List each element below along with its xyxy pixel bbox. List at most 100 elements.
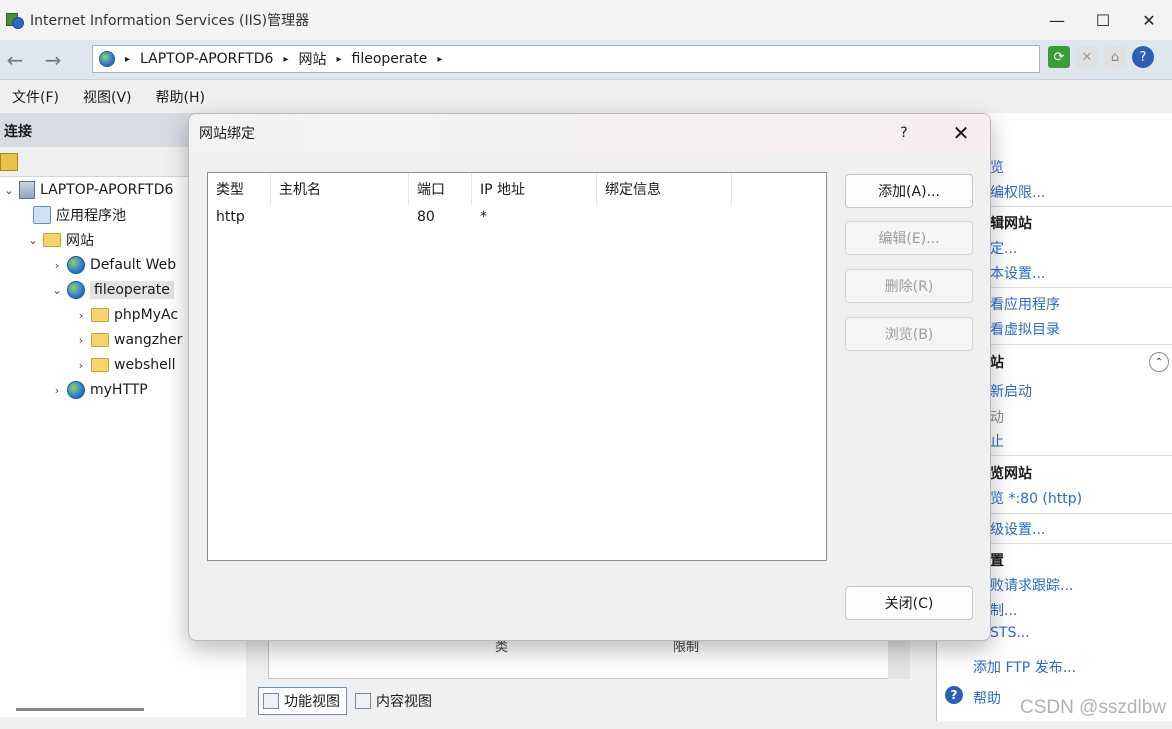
dialog-close-icon[interactable]: ✕ — [946, 119, 976, 147]
chevron-down-icon[interactable]: ⌄ — [50, 284, 64, 297]
menu-view[interactable]: 视图(V) — [83, 87, 132, 107]
chevron-right-icon[interactable]: › — [74, 334, 88, 347]
dialog-title: 网站绑定 — [199, 126, 255, 142]
menu-help[interactable]: 帮助(H) — [156, 87, 205, 107]
tab-features-view[interactable]: 功能视图 — [258, 687, 347, 715]
action-stop[interactable]: 止 — [990, 431, 1004, 451]
section-edit-site: 辑网站 — [990, 216, 1032, 232]
column-ip-address[interactable]: IP 地址 — [472, 173, 597, 205]
tree-item-label: 网站 — [66, 233, 94, 249]
content-view-icon — [355, 693, 371, 709]
breadcrumb-separator[interactable]: ▸ — [125, 54, 130, 65]
edit-binding-button[interactable]: 编辑(E)... — [845, 221, 973, 255]
chevron-right-icon[interactable]: › — [74, 309, 88, 322]
address-bar[interactable]: ▸ LAPTOP-APORFTD6 ▸ 网站 ▸ fileoperate ▸ — [92, 45, 1040, 73]
tree-item-myhttp[interactable]: › myHTTP — [50, 378, 148, 402]
section-manage-site: 站 — [990, 355, 1004, 371]
title-bar: Internet Information Services (IIS)管理器 —… — [0, 0, 1172, 40]
site-bindings-dialog: 网站绑定 ? ✕ 类型 主机名 端口 IP 地址 绑定信息 http 80 * … — [188, 113, 991, 641]
close-dialog-button[interactable]: 关闭(C) — [845, 586, 973, 620]
action-limits[interactable]: 制... — [990, 600, 1017, 620]
tree-item-app-pools[interactable]: 应用程序池 — [30, 203, 126, 227]
window-title: Internet Information Services (IIS)管理器 — [30, 13, 310, 29]
globe-icon — [67, 281, 85, 299]
horizontal-scrollbar[interactable] — [16, 708, 144, 711]
tree-item-default-web[interactable]: › Default Web — [50, 253, 176, 277]
tab-label: 功能视图 — [284, 694, 340, 710]
breadcrumb-separator[interactable]: ▸ — [283, 54, 288, 65]
tree-item-label: myHTTP — [90, 382, 148, 398]
tree-item-webshell[interactable]: › webshell — [74, 353, 176, 377]
collapse-icon[interactable]: ⌃ — [1149, 352, 1169, 372]
tree-item-label: webshell — [114, 357, 176, 373]
chevron-right-icon[interactable]: › — [50, 384, 64, 397]
back-button[interactable]: ← — [2, 48, 28, 72]
cell-port: 80 — [417, 209, 435, 225]
server-icon — [19, 181, 35, 199]
action-edit-permissions[interactable]: 编权限... — [990, 182, 1045, 202]
action-view-virtual-directories[interactable]: 看虚拟目录 — [990, 319, 1060, 339]
column-host-name[interactable]: 主机名 — [271, 173, 409, 205]
refresh-icon[interactable]: ⟳ — [1048, 46, 1070, 68]
action-hsts[interactable]: STS... — [990, 625, 1030, 641]
breadcrumb-sites[interactable]: 网站 — [298, 49, 326, 69]
section-configure: 置 — [990, 553, 1004, 569]
toolbar-icons: ⟳ ✕ ⌂ ? — [1048, 46, 1154, 68]
tree-item-phpmyadmin[interactable]: › phpMyAc — [74, 303, 178, 327]
stop-icon[interactable]: ✕ — [1076, 46, 1098, 68]
vertical-scrollbar[interactable] — [888, 639, 910, 679]
maximize-button[interactable]: ☐ — [1080, 0, 1126, 40]
action-restart[interactable]: 新启动 — [990, 381, 1032, 401]
breadcrumb-site[interactable]: fileoperate — [352, 51, 428, 67]
column-type[interactable]: 类型 — [208, 173, 271, 205]
help-icon[interactable]: ? — [1132, 46, 1154, 68]
action-advanced-settings[interactable]: 级设置... — [990, 519, 1045, 539]
features-list: 类 限制 — [268, 639, 910, 679]
tree-item-server[interactable]: ⌄ LAPTOP-APORFTD6 — [2, 178, 173, 202]
folder-icon — [91, 308, 109, 322]
remove-binding-button[interactable]: 删除(R) — [845, 269, 973, 303]
action-view-applications[interactable]: 看应用程序 — [990, 294, 1060, 314]
home-icon[interactable]: ⌂ — [1104, 46, 1126, 68]
dialog-help-button[interactable]: ? — [890, 121, 918, 145]
action-help[interactable]: 帮助 — [973, 688, 1001, 708]
tree-item-wangzher[interactable]: › wangzher — [74, 328, 183, 352]
forward-button[interactable]: → — [40, 48, 66, 72]
menu-file[interactable]: 文件(F) — [12, 87, 59, 107]
breadcrumb-separator[interactable]: ▸ — [336, 54, 341, 65]
window-controls: — ☐ ✕ — [1034, 0, 1172, 40]
action-basic-settings[interactable]: 本设置... — [990, 263, 1045, 283]
action-browse[interactable]: 览 — [990, 157, 1004, 177]
globe-icon — [99, 51, 115, 67]
add-binding-button[interactable]: 添加(A)... — [845, 174, 973, 208]
tree-item-label: wangzher — [114, 332, 183, 348]
action-failed-request-tracing[interactable]: 败请求跟踪... — [990, 575, 1073, 595]
action-add-ftp-publishing[interactable]: 添加 FTP 发布... — [973, 657, 1076, 677]
cell-ip-address: * — [480, 209, 487, 225]
column-binding-info[interactable]: 绑定信息 — [597, 173, 732, 205]
chevron-down-icon[interactable]: ⌄ — [2, 184, 16, 197]
action-bindings[interactable]: 定... — [990, 238, 1017, 258]
action-start: 动 — [990, 410, 1004, 426]
iis-manager-icon — [6, 11, 24, 29]
globe-icon — [67, 381, 85, 399]
tab-content-view[interactable]: 内容视图 — [351, 687, 438, 715]
browse-binding-button[interactable]: 浏览(B) — [845, 317, 973, 351]
minimize-button[interactable]: — — [1034, 0, 1080, 40]
help-icon: ? — [945, 686, 963, 704]
chevron-right-icon[interactable]: › — [50, 259, 64, 272]
tree-item-label: phpMyAc — [114, 307, 179, 323]
column-port[interactable]: 端口 — [409, 173, 472, 205]
connect-icon[interactable] — [0, 153, 18, 171]
bindings-list: 类型 主机名 端口 IP 地址 绑定信息 http 80 * — [207, 172, 827, 561]
action-browse-port-80[interactable]: 览 *:80 (http) — [990, 488, 1082, 508]
breadcrumb-server[interactable]: LAPTOP-APORFTD6 — [140, 51, 273, 67]
chevron-right-icon[interactable]: › — [74, 359, 88, 372]
tree-item-sites[interactable]: ⌄ 网站 — [26, 228, 94, 252]
navigation-bar: ← → ▸ LAPTOP-APORFTD6 ▸ 网站 ▸ fileoperate… — [0, 40, 1172, 80]
close-window-button[interactable]: ✕ — [1126, 0, 1172, 40]
chevron-down-icon[interactable]: ⌄ — [26, 234, 40, 247]
bindings-list-header: 类型 主机名 端口 IP 地址 绑定信息 — [208, 173, 826, 205]
tree-item-fileoperate[interactable]: ⌄ fileoperate — [50, 278, 174, 302]
breadcrumb-separator[interactable]: ▸ — [437, 54, 442, 65]
